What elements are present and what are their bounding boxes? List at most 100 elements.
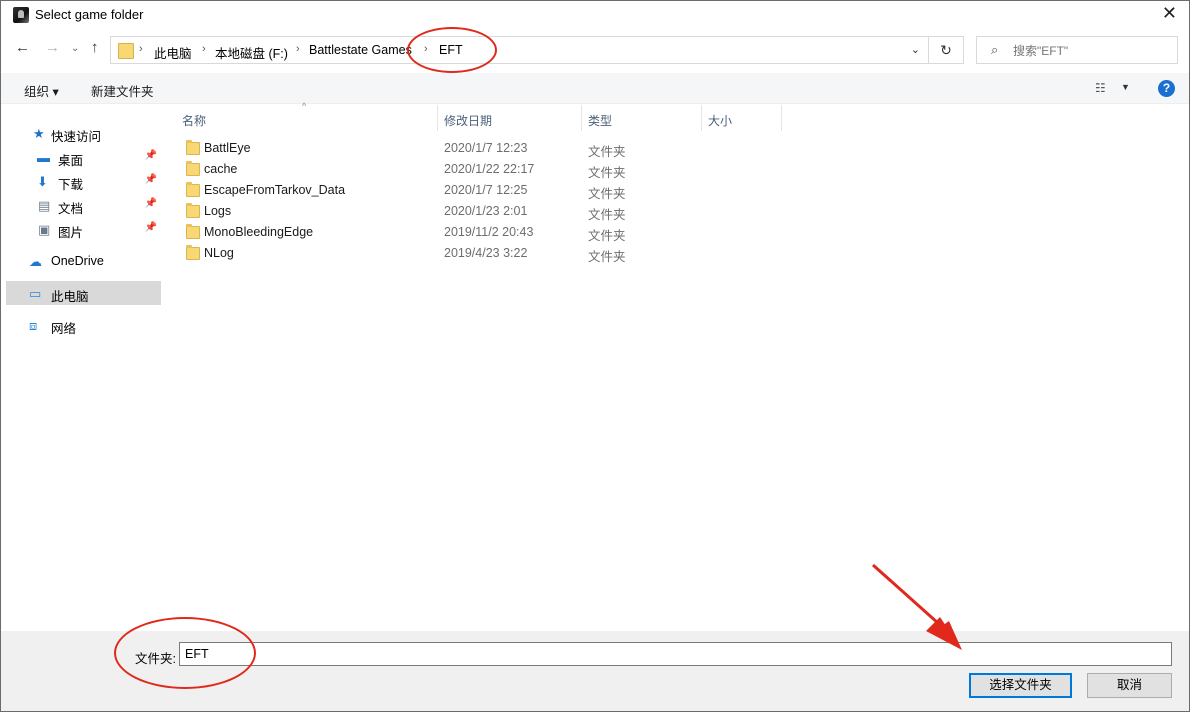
document-icon: ▤ [38, 198, 51, 213]
navigation-bar: ← → ⌄ ↑ › 此电脑 › 本地磁盘 (F:) › Battlestate … [1, 34, 1189, 66]
search-box[interactable]: ⌕ [976, 36, 1178, 64]
file-date: 2020/1/7 12:23 [444, 141, 528, 155]
file-date: 2020/1/23 2:01 [444, 204, 528, 218]
address-dropdown-chevron-icon[interactable]: ⌄ [911, 43, 920, 56]
file-row[interactable]: cache 2020/1/22 22:17 文件夹 [164, 159, 804, 180]
file-date: 2019/4/23 3:22 [444, 246, 528, 260]
file-row[interactable]: BattlEye 2020/1/7 12:23 文件夹 [164, 138, 804, 159]
column-header-name[interactable]: ^ 名称 [164, 101, 438, 131]
close-icon[interactable]: ✕ [1162, 3, 1177, 24]
file-type: 文件夹 [588, 187, 626, 201]
title-bar: Select game folder ✕ [1, 1, 1189, 31]
view-options-icon[interactable]: ☷ [1095, 81, 1106, 95]
navigation-pane: ★ 快速访问 ▬ 桌面 📌 ⬇ 下载 📌 ▤ 文档 📌 ▣ 图片 📌 ☁ One… [6, 105, 163, 631]
sidebar-item-label: OneDrive [51, 254, 104, 268]
back-arrow-icon[interactable]: ← [15, 39, 30, 56]
select-folder-button[interactable]: 选择文件夹 [969, 673, 1072, 698]
recent-locations-chevron-icon[interactable]: ⌄ [71, 43, 79, 54]
file-type: 文件夹 [588, 166, 626, 180]
column-label: 大小 [708, 114, 733, 128]
file-row[interactable]: Logs 2020/1/23 2:01 文件夹 [164, 201, 804, 222]
file-name: EscapeFromTarkov_Data [204, 183, 346, 197]
sidebar-item-quick-access[interactable]: ★ 快速访问 [6, 121, 161, 145]
file-row[interactable]: MonoBleedingEdge 2019/11/2 20:43 文件夹 [164, 222, 804, 243]
file-type: 文件夹 [588, 208, 626, 222]
sidebar-item-onedrive[interactable]: ☁ OneDrive [6, 249, 161, 273]
folder-name-input[interactable] [179, 642, 1172, 666]
file-name: NLog [204, 246, 234, 260]
column-label: 名称 [182, 114, 207, 128]
sidebar-item-label: 快速访问 [51, 130, 102, 144]
sidebar-item-label: 图片 [58, 226, 84, 240]
search-input[interactable] [1011, 41, 1175, 61]
desktop-icon: ▬ [37, 150, 50, 165]
file-date: 2020/1/22 22:17 [444, 162, 535, 176]
folder-icon [186, 203, 200, 218]
pin-icon[interactable]: 📌 [145, 222, 157, 233]
column-header-date[interactable]: 修改日期 [438, 105, 582, 131]
sidebar-item-this-pc[interactable]: ▭ 此电脑 [6, 281, 161, 305]
file-type: 文件夹 [588, 145, 626, 159]
folder-icon [186, 245, 200, 260]
column-header-type[interactable]: 类型 [582, 105, 702, 131]
folder-icon [186, 224, 200, 239]
sidebar-item-label: 文档 [58, 202, 84, 216]
folder-icon [118, 43, 134, 59]
sidebar-item-documents[interactable]: ▤ 文档 📌 [6, 193, 161, 217]
breadcrumb-separator: › [139, 43, 143, 55]
breadcrumb-separator: › [296, 43, 300, 55]
organize-menu-button[interactable]: 组织 ▾ [24, 81, 59, 100]
help-icon[interactable]: ? [1158, 80, 1175, 97]
refresh-button[interactable]: ↻ [929, 36, 964, 64]
breadcrumb-local-disk[interactable]: 本地磁盘 (F:) [215, 43, 288, 62]
forward-arrow-icon[interactable]: → [45, 39, 60, 56]
file-name: MonoBleedingEdge [204, 225, 314, 239]
sidebar-item-label: 网络 [51, 322, 77, 336]
pin-icon[interactable]: 📌 [145, 174, 157, 185]
column-header-size[interactable]: 大小 [702, 105, 782, 131]
column-label: 修改日期 [444, 114, 493, 128]
column-label: 类型 [588, 114, 613, 128]
sidebar-item-downloads[interactable]: ⬇ 下载 📌 [6, 169, 161, 193]
folder-icon [186, 140, 200, 155]
file-list: ^ 名称 修改日期 类型 大小 BattlEye 2020/1/7 12:23 … [164, 101, 1184, 631]
sidebar-item-label: 桌面 [58, 154, 84, 168]
sidebar-item-desktop[interactable]: ▬ 桌面 📌 [6, 145, 161, 169]
folder-icon [186, 182, 200, 197]
new-folder-button[interactable]: 新建文件夹 [91, 81, 154, 100]
folder-field-label: 文件夹: [135, 652, 176, 666]
up-arrow-icon[interactable]: ↑ [91, 39, 99, 56]
sidebar-item-label: 下载 [58, 178, 84, 192]
view-dropdown-chevron-icon[interactable]: ▼ [1121, 82, 1130, 92]
picture-icon: ▣ [38, 222, 51, 237]
file-row[interactable]: NLog 2019/4/23 3:22 文件夹 [164, 243, 804, 264]
select-folder-dialog: Select game folder ✕ ← → ⌄ ↑ › 此电脑 › 本地磁… [0, 0, 1190, 712]
address-bar[interactable]: › 此电脑 › 本地磁盘 (F:) › Battlestate Games › … [110, 36, 929, 64]
computer-icon: ▭ [29, 286, 42, 301]
file-type: 文件夹 [588, 229, 626, 243]
breadcrumb-this-pc[interactable]: 此电脑 [154, 43, 192, 62]
breadcrumb-separator: › [424, 43, 428, 55]
command-toolbar: 组织 ▾ 新建文件夹 ☷ ▼ ? [1, 73, 1189, 104]
search-icon: ⌕ [991, 42, 999, 57]
file-row[interactable]: EscapeFromTarkov_Data 2020/1/7 12:25 文件夹 [164, 180, 804, 201]
file-name: cache [204, 162, 238, 176]
sidebar-item-pictures[interactable]: ▣ 图片 📌 [6, 217, 161, 241]
folder-icon [186, 161, 200, 176]
file-name: Logs [204, 204, 232, 218]
file-date: 2020/1/7 12:25 [444, 183, 528, 197]
download-icon: ⬇ [37, 174, 48, 189]
window-title: Select game folder [35, 7, 144, 22]
breadcrumb-eft[interactable]: EFT [439, 43, 463, 57]
app-icon [13, 7, 29, 23]
star-icon: ★ [33, 126, 45, 141]
pin-icon[interactable]: 📌 [145, 150, 157, 161]
file-date: 2019/11/2 20:43 [444, 225, 534, 239]
pin-icon[interactable]: 📌 [145, 198, 157, 209]
dialog-footer: 文件夹: 选择文件夹 取消 [1, 631, 1189, 711]
breadcrumb-battlestate-games[interactable]: Battlestate Games [309, 43, 412, 57]
sidebar-item-network[interactable]: ⧈ 网络 [6, 313, 161, 337]
cancel-button[interactable]: 取消 [1087, 673, 1172, 698]
cloud-icon: ☁ [29, 254, 42, 269]
file-type: 文件夹 [588, 250, 626, 264]
